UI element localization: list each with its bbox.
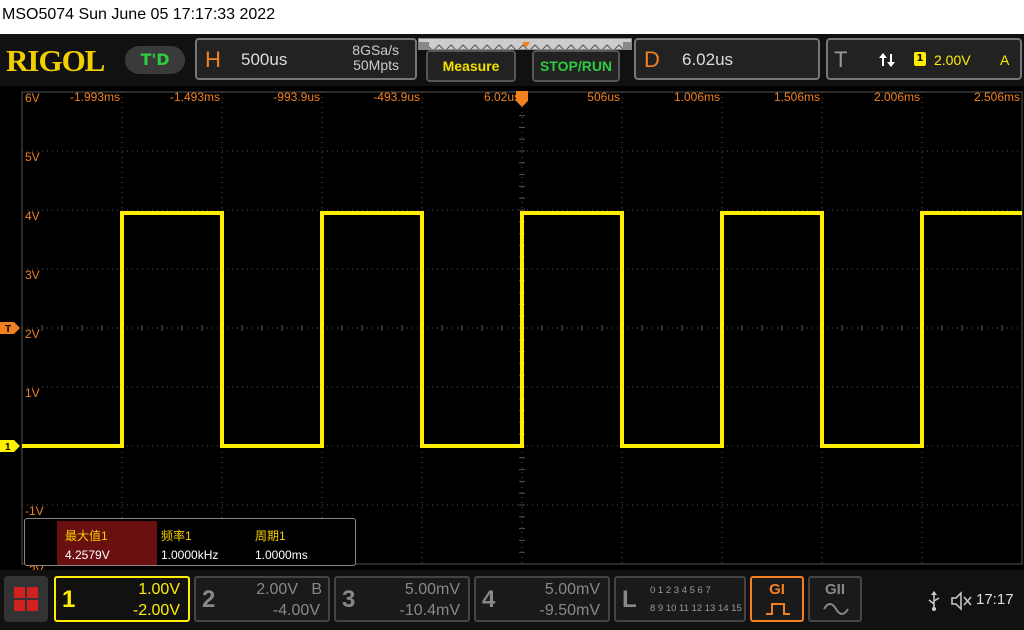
rigol-logo: RIGOL (6, 43, 105, 78)
channel-2-scale: 2.00V (256, 581, 298, 598)
graticule: -1.993ms -1.493ms -993.9us -493.9us 6.02us 50… (0, 90, 1023, 577)
channel-4-scale: 5.00mV (544, 581, 600, 598)
volt-axis-label: 6V (25, 91, 40, 105)
logic-channels-row1: 0 1 2 3 4 5 6 7 (650, 585, 711, 596)
volt-axis-label: 4V (25, 209, 40, 223)
volt-axis-label: 3V (25, 268, 40, 282)
channel-1-number: 1 (62, 586, 76, 613)
time-axis-label: -1.493ms (170, 90, 220, 104)
trigger-mode: A (1000, 52, 1010, 68)
time-axis-label: 1.506ms (774, 90, 820, 104)
trigger-position-marker (516, 91, 528, 107)
main-menu-button[interactable] (4, 576, 48, 622)
channel-3-scale: 5.00mV (404, 581, 460, 598)
status-bar-text: MSO5074 Sun June 05 17:17:33 2022 (2, 6, 276, 23)
measurement-panel[interactable]: 最大值1 频率1 周期1 4.2579V 1.0000kHz 1.0000ms (24, 518, 356, 566)
time-axis-label: 6.02us (484, 90, 520, 104)
memory-depth: 50Mpts (353, 57, 399, 73)
logic-letter: L (622, 586, 637, 613)
measure-header-freq: 频率1 (161, 529, 192, 543)
sine-wave-icon (823, 603, 849, 615)
time-axis-label: -1.993ms (70, 90, 120, 104)
channel-3-offset: -10.4mV (399, 602, 460, 619)
time-axis-label: 506us (587, 90, 620, 104)
volt-axis-label: -1V (25, 504, 44, 518)
trigger-status-badge: T'D (125, 46, 185, 74)
channel-4-offset: -9.50mV (539, 602, 600, 619)
volt-axis-label: 1V (25, 386, 40, 400)
waveform-display[interactable]: -1.993ms -1.493ms -993.9us -493.9us 6.02us 50… (0, 86, 1024, 577)
measure-value-period: 1.0000ms (255, 548, 308, 562)
time-axis-label: -493.9us (373, 90, 420, 104)
square-wave-icon (766, 603, 790, 615)
time-axis-label: 2.506ms (974, 90, 1020, 104)
channel-3-box[interactable]: 3 5.00mV -10.4mV (334, 576, 470, 622)
measure-button[interactable]: Measure (426, 50, 516, 82)
channel-3-number: 3 (342, 586, 356, 613)
bottom-channel-bar: 1 1.00V -2.00V 2 2.00V B -4.00V 3 5.00mV… (0, 570, 1024, 630)
sample-rate: 8GSa/s (352, 42, 399, 58)
measure-header-max: 最大值1 (65, 529, 108, 543)
horizontal-letter: H (205, 47, 221, 72)
clock: 17:17 (976, 591, 1014, 608)
sample-info: 8GSa/s 50Mpts (352, 43, 399, 73)
speaker-muted-icon[interactable] (950, 590, 974, 612)
generator-1-button[interactable]: GI (750, 576, 804, 622)
channel-4-number: 4 (482, 586, 496, 613)
generator-2-button[interactable]: GII (808, 576, 862, 622)
logic-channels-row2: 8 9 10 11 12 13 14 15 (650, 603, 742, 614)
timebase-value: 500us (241, 50, 288, 69)
volt-axis-label: 5V (25, 150, 40, 164)
top-control-bar: RIGOL T'D H 500us 8GSa/s 50Mpts Measure … (0, 34, 1024, 86)
channel-1-box[interactable]: 1 1.00V -2.00V (54, 576, 190, 622)
time-axis-label: 1.006ms (674, 90, 720, 104)
generator-1-label: GI (769, 581, 785, 598)
time-axis-label: 2.006ms (874, 90, 920, 104)
status-bar: MSO5074 Sun June 05 17:17:33 2022 (0, 0, 1024, 34)
trigger-level: 2.00V (934, 52, 971, 68)
trigger-letter: T (834, 47, 848, 72)
generator-2-label: GII (824, 581, 845, 598)
measure-header-period: 周期1 (255, 529, 286, 543)
channel-1-waveform (22, 211, 1022, 448)
channel-1-offset: -2.00V (132, 602, 180, 619)
channel-1-ground-marker-label: 1 (5, 442, 11, 453)
waveform-overview-icon (419, 42, 631, 49)
trigger-source-badge: 1 (914, 52, 926, 66)
channel-4-box[interactable]: 4 5.00mV -9.50mV (474, 576, 610, 622)
horizontal-timebase-box[interactable]: H 500us 8GSa/s 50Mpts (195, 38, 417, 80)
rising-falling-edge-icon (879, 53, 895, 67)
volt-axis-label: 2V (25, 327, 40, 341)
channel-2-bandwidth-flag: B (311, 581, 322, 598)
channel-2-offset: -4.00V (272, 602, 320, 619)
trigger-box[interactable]: T 1 2.00V A (826, 38, 1022, 80)
delay-letter: D (644, 47, 660, 72)
grid-menu-icon (14, 587, 38, 611)
trigger-level-marker-label: T (5, 324, 11, 335)
usb-icon (928, 591, 940, 611)
logic-analyzer-box[interactable]: L 0 1 2 3 4 5 6 7 8 9 10 11 12 13 14 15 (614, 576, 746, 622)
measure-value-freq: 1.0000kHz (161, 548, 219, 562)
stop-run-button[interactable]: STOP/RUN (532, 50, 620, 82)
delay-box[interactable]: D 6.02us (634, 38, 820, 80)
channel-1-scale: 1.00V (138, 581, 180, 598)
measure-value-max: 4.2579V (65, 548, 110, 562)
time-axis-label: -993.9us (273, 90, 320, 104)
delay-value: 6.02us (682, 50, 734, 69)
memory-position-strip[interactable] (418, 38, 632, 50)
channel-2-box[interactable]: 2 2.00V B -4.00V (194, 576, 330, 622)
channel-2-number: 2 (202, 586, 216, 613)
